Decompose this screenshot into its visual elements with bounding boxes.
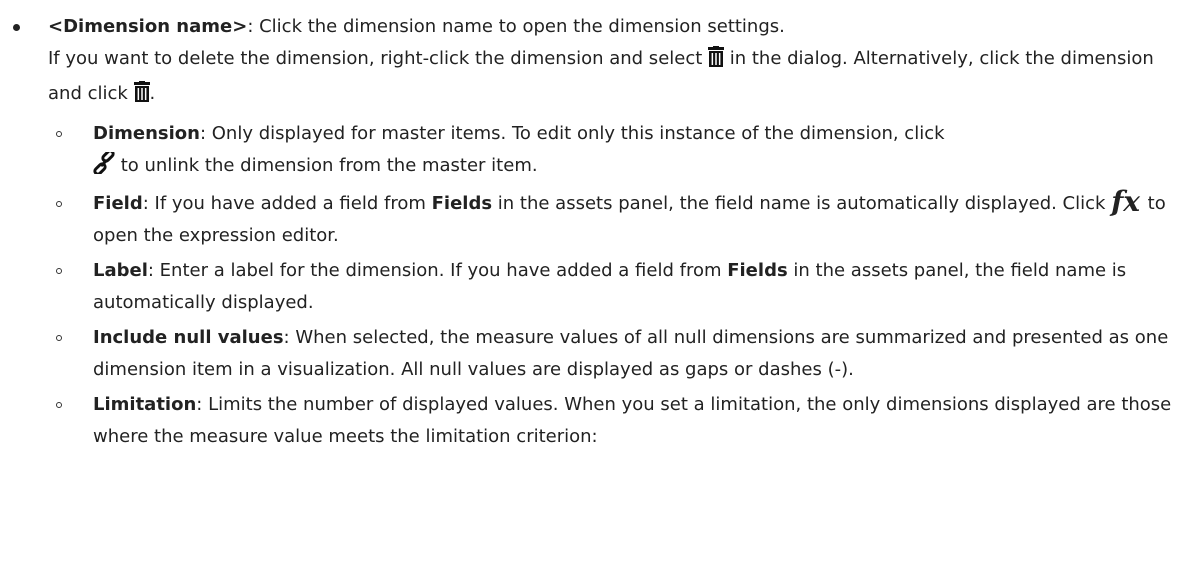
sub-item-dimension: Dimension: Only displayed for master ite… (48, 118, 1172, 185)
desc-limitation: : Limits the number of displayed values.… (93, 394, 1172, 447)
dimension-name-desc: : Click the dimension name to open the d… (247, 16, 785, 37)
desc-label-a: : Enter a label for the dimension. If yo… (147, 260, 728, 281)
help-page: <Dimension name>: Click the dimension na… (0, 0, 1178, 587)
desc-dimension-b: to unlink the dimension from the master … (115, 155, 538, 176)
sub-item-field: Field: If you have added a field from Fi… (48, 188, 1172, 252)
link-icon (93, 149, 115, 185)
sub-item-limitation: Limitation: Limits the number of display… (48, 389, 1172, 453)
bullet (56, 402, 62, 408)
term-field: Field (93, 193, 143, 214)
delete-text-c: . (149, 83, 156, 104)
bullet (56, 131, 62, 137)
fields-term: Fields (727, 260, 788, 281)
dimension-settings-list: Dimension: Only displayed for master ite… (48, 118, 1172, 453)
bullet (56, 268, 62, 274)
bullet (13, 24, 20, 31)
trash-icon (133, 81, 150, 113)
fields-term: Fields (431, 193, 493, 214)
bullet (56, 335, 62, 341)
term-dimension: Dimension (93, 123, 200, 144)
fx-icon: fx (1111, 185, 1140, 218)
trash-icon (708, 46, 725, 78)
sub-item-label: Label: Enter a label for the dimension. … (48, 255, 1172, 319)
desc-field-b: in the assets panel, the field name is a… (492, 193, 1112, 214)
term-limitation: Limitation (93, 394, 197, 415)
delete-text-a: If you want to delete the dimension, rig… (48, 48, 709, 69)
sub-item-include-null-values: Include null values: When selected, the … (48, 322, 1172, 386)
property-list: <Dimension name>: Click the dimension na… (12, 11, 1172, 456)
bullet (56, 201, 62, 207)
desc-field-a: : If you have added a field from (142, 193, 432, 214)
dimension-name-term: <Dimension name> (48, 16, 248, 37)
dimension-name-item: <Dimension name>: Click the dimension na… (12, 11, 1172, 453)
desc-dimension-a: : Only displayed for master items. To ed… (199, 123, 945, 144)
term-include-null-values: Include null values (93, 327, 284, 348)
term-label: Label (93, 260, 148, 281)
